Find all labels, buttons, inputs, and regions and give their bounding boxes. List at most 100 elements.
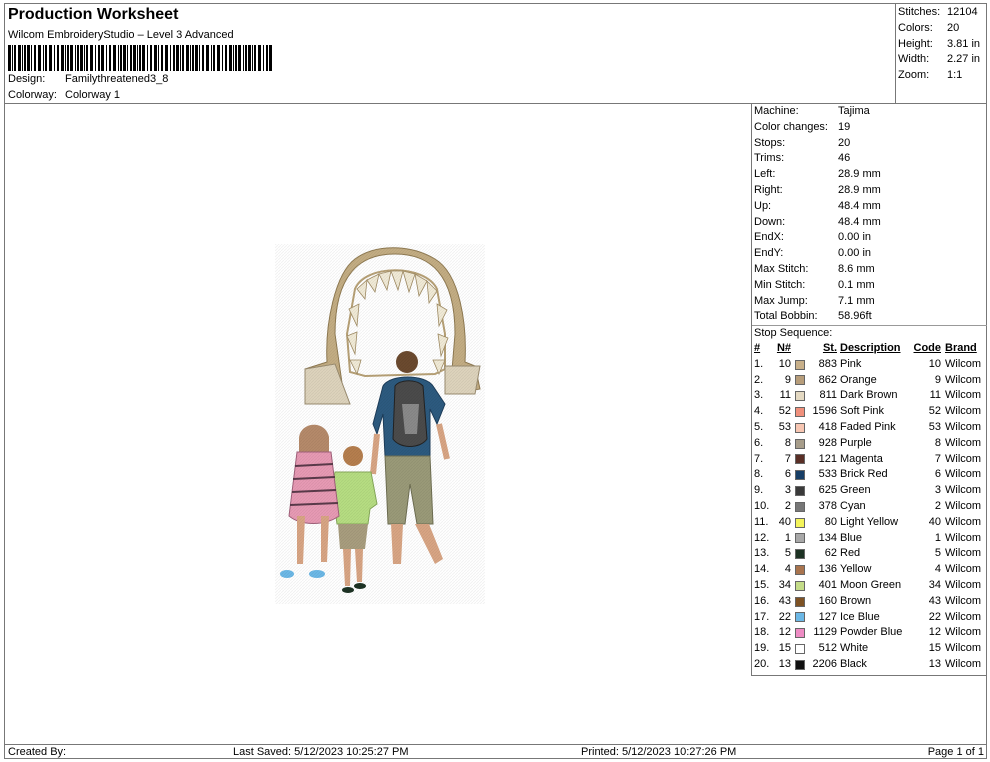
- color-swatch: [793, 467, 807, 483]
- row-stitches: 2206: [812, 657, 837, 670]
- summary-value: 2.27 in: [947, 53, 981, 66]
- row-brand: Wilcom: [945, 642, 982, 655]
- col-header-stitches: St.: [822, 341, 837, 354]
- row-description: Dark Brown: [840, 389, 898, 402]
- color-swatch: [793, 483, 807, 499]
- row-index: 8.: [754, 468, 764, 481]
- row-needle: 4: [784, 563, 791, 576]
- row-brand: Wilcom: [945, 626, 982, 639]
- summary-value: 3.81 in: [947, 37, 981, 50]
- machine-info-label: Trims:: [754, 152, 785, 165]
- color-swatch: [793, 610, 807, 626]
- summary-label: Height:: [898, 37, 933, 50]
- row-index: 14.: [754, 563, 770, 576]
- machine-info-value: 20: [838, 136, 851, 149]
- summary-row: Zoom: 1:1: [898, 68, 986, 84]
- row-description: Pink: [840, 357, 862, 370]
- summary-label: Width:: [898, 53, 930, 66]
- row-description: Brown: [840, 594, 872, 607]
- row-index: 7.: [754, 452, 764, 465]
- row-needle: 3: [784, 484, 791, 497]
- row-brand: Wilcom: [945, 563, 982, 576]
- machine-info-label: Max Jump:: [754, 294, 808, 307]
- row-needle: 13: [778, 657, 791, 670]
- row-code: 15: [928, 642, 941, 655]
- row-description: Red: [840, 547, 861, 560]
- machine-info-row: Machine: Tajima: [752, 104, 987, 120]
- row-needle: 8: [784, 436, 791, 449]
- row-brand: Wilcom: [945, 657, 982, 670]
- color-swatch: [793, 641, 807, 657]
- row-code: 12: [928, 626, 941, 639]
- color-swatch: [793, 657, 807, 673]
- machine-info-row: Up: 48.4 mm: [752, 199, 987, 215]
- worksheet: Production Worksheet Wilcom EmbroiderySt…: [4, 3, 987, 759]
- table-row: 11. 40 80 Light Yellow 40 Wilcom: [752, 515, 987, 531]
- col-header-index: #: [754, 341, 761, 354]
- row-description: Blue: [840, 531, 863, 544]
- page-number: Page 1 of 1: [927, 746, 984, 758]
- machine-info-value: 0.00 in: [838, 247, 872, 260]
- machine-info-label: Right:: [754, 183, 783, 196]
- stop-sequence-header: # N# St. Description Code Brand: [752, 341, 987, 357]
- color-swatch: [793, 404, 807, 420]
- row-needle: 52: [778, 405, 791, 418]
- row-stitches: 401: [818, 578, 837, 591]
- row-brand: Wilcom: [945, 468, 982, 481]
- row-code: 8: [934, 436, 941, 449]
- row-brand: Wilcom: [945, 531, 982, 544]
- row-description: Ice Blue: [840, 610, 880, 623]
- row-needle: 12: [778, 626, 791, 639]
- machine-info-value: 46: [838, 152, 851, 165]
- table-row: 20. 13 2206 Black 13 Wilcom: [752, 657, 987, 673]
- row-description: Cyan: [840, 499, 866, 512]
- row-code: 3: [934, 484, 941, 497]
- colorway-value: Colorway 1: [65, 89, 121, 101]
- summary-row: Width: 2.27 in: [898, 52, 986, 68]
- color-swatch: [793, 388, 807, 404]
- summary-label: Colors:: [898, 21, 933, 34]
- row-brand: Wilcom: [945, 547, 982, 560]
- summary-row: Stitches: 12104: [898, 5, 986, 21]
- row-stitches: 883: [818, 357, 837, 370]
- machine-info-label: Down:: [754, 215, 786, 228]
- design-preview: [5, 104, 751, 744]
- row-needle: 34: [778, 578, 791, 591]
- color-swatch: [793, 546, 807, 562]
- row-code: 7: [934, 452, 941, 465]
- row-stitches: 533: [818, 468, 837, 481]
- row-code: 2: [934, 499, 941, 512]
- row-needle: 5: [784, 547, 791, 560]
- color-swatch: [793, 562, 807, 578]
- row-index: 6.: [754, 436, 764, 449]
- row-stitches: 160: [818, 594, 837, 607]
- row-stitches: 625: [818, 484, 837, 497]
- table-row: 4. 52 1596 Soft Pink 52 Wilcom: [752, 404, 987, 420]
- machine-info-row: EndX: 0.00 in: [752, 230, 987, 246]
- machine-info-row: Max Stitch: 8.6 mm: [752, 262, 987, 278]
- row-code: 5: [934, 547, 941, 560]
- row-needle: 9: [784, 373, 791, 386]
- row-stitches: 378: [818, 499, 837, 512]
- color-swatch: [793, 373, 807, 389]
- color-swatch: [793, 436, 807, 452]
- row-brand: Wilcom: [945, 389, 982, 402]
- row-brand: Wilcom: [945, 357, 982, 370]
- row-index: 18.: [754, 626, 770, 639]
- machine-info-value: 8.6 mm: [838, 262, 875, 275]
- row-code: 9: [934, 373, 941, 386]
- table-row: 9. 3 625 Green 3 Wilcom: [752, 483, 987, 499]
- row-stitches: 418: [818, 420, 837, 433]
- machine-info-row: EndY: 0.00 in: [752, 246, 987, 262]
- row-brand: Wilcom: [945, 578, 982, 591]
- row-description: Powder Blue: [840, 626, 903, 639]
- machine-info-value: 7.1 mm: [838, 294, 875, 307]
- summary-value: 20: [947, 21, 960, 34]
- row-description: Soft Pink: [840, 405, 885, 418]
- machine-info-value: 0.00 in: [838, 231, 872, 244]
- row-stitches: 512: [818, 642, 837, 655]
- table-row: 16. 43 160 Brown 43 Wilcom: [752, 594, 987, 610]
- row-index: 1.: [754, 357, 764, 370]
- table-row: 12. 1 134 Blue 1 Wilcom: [752, 531, 987, 547]
- machine-info-label: Total Bobbin:: [754, 310, 818, 323]
